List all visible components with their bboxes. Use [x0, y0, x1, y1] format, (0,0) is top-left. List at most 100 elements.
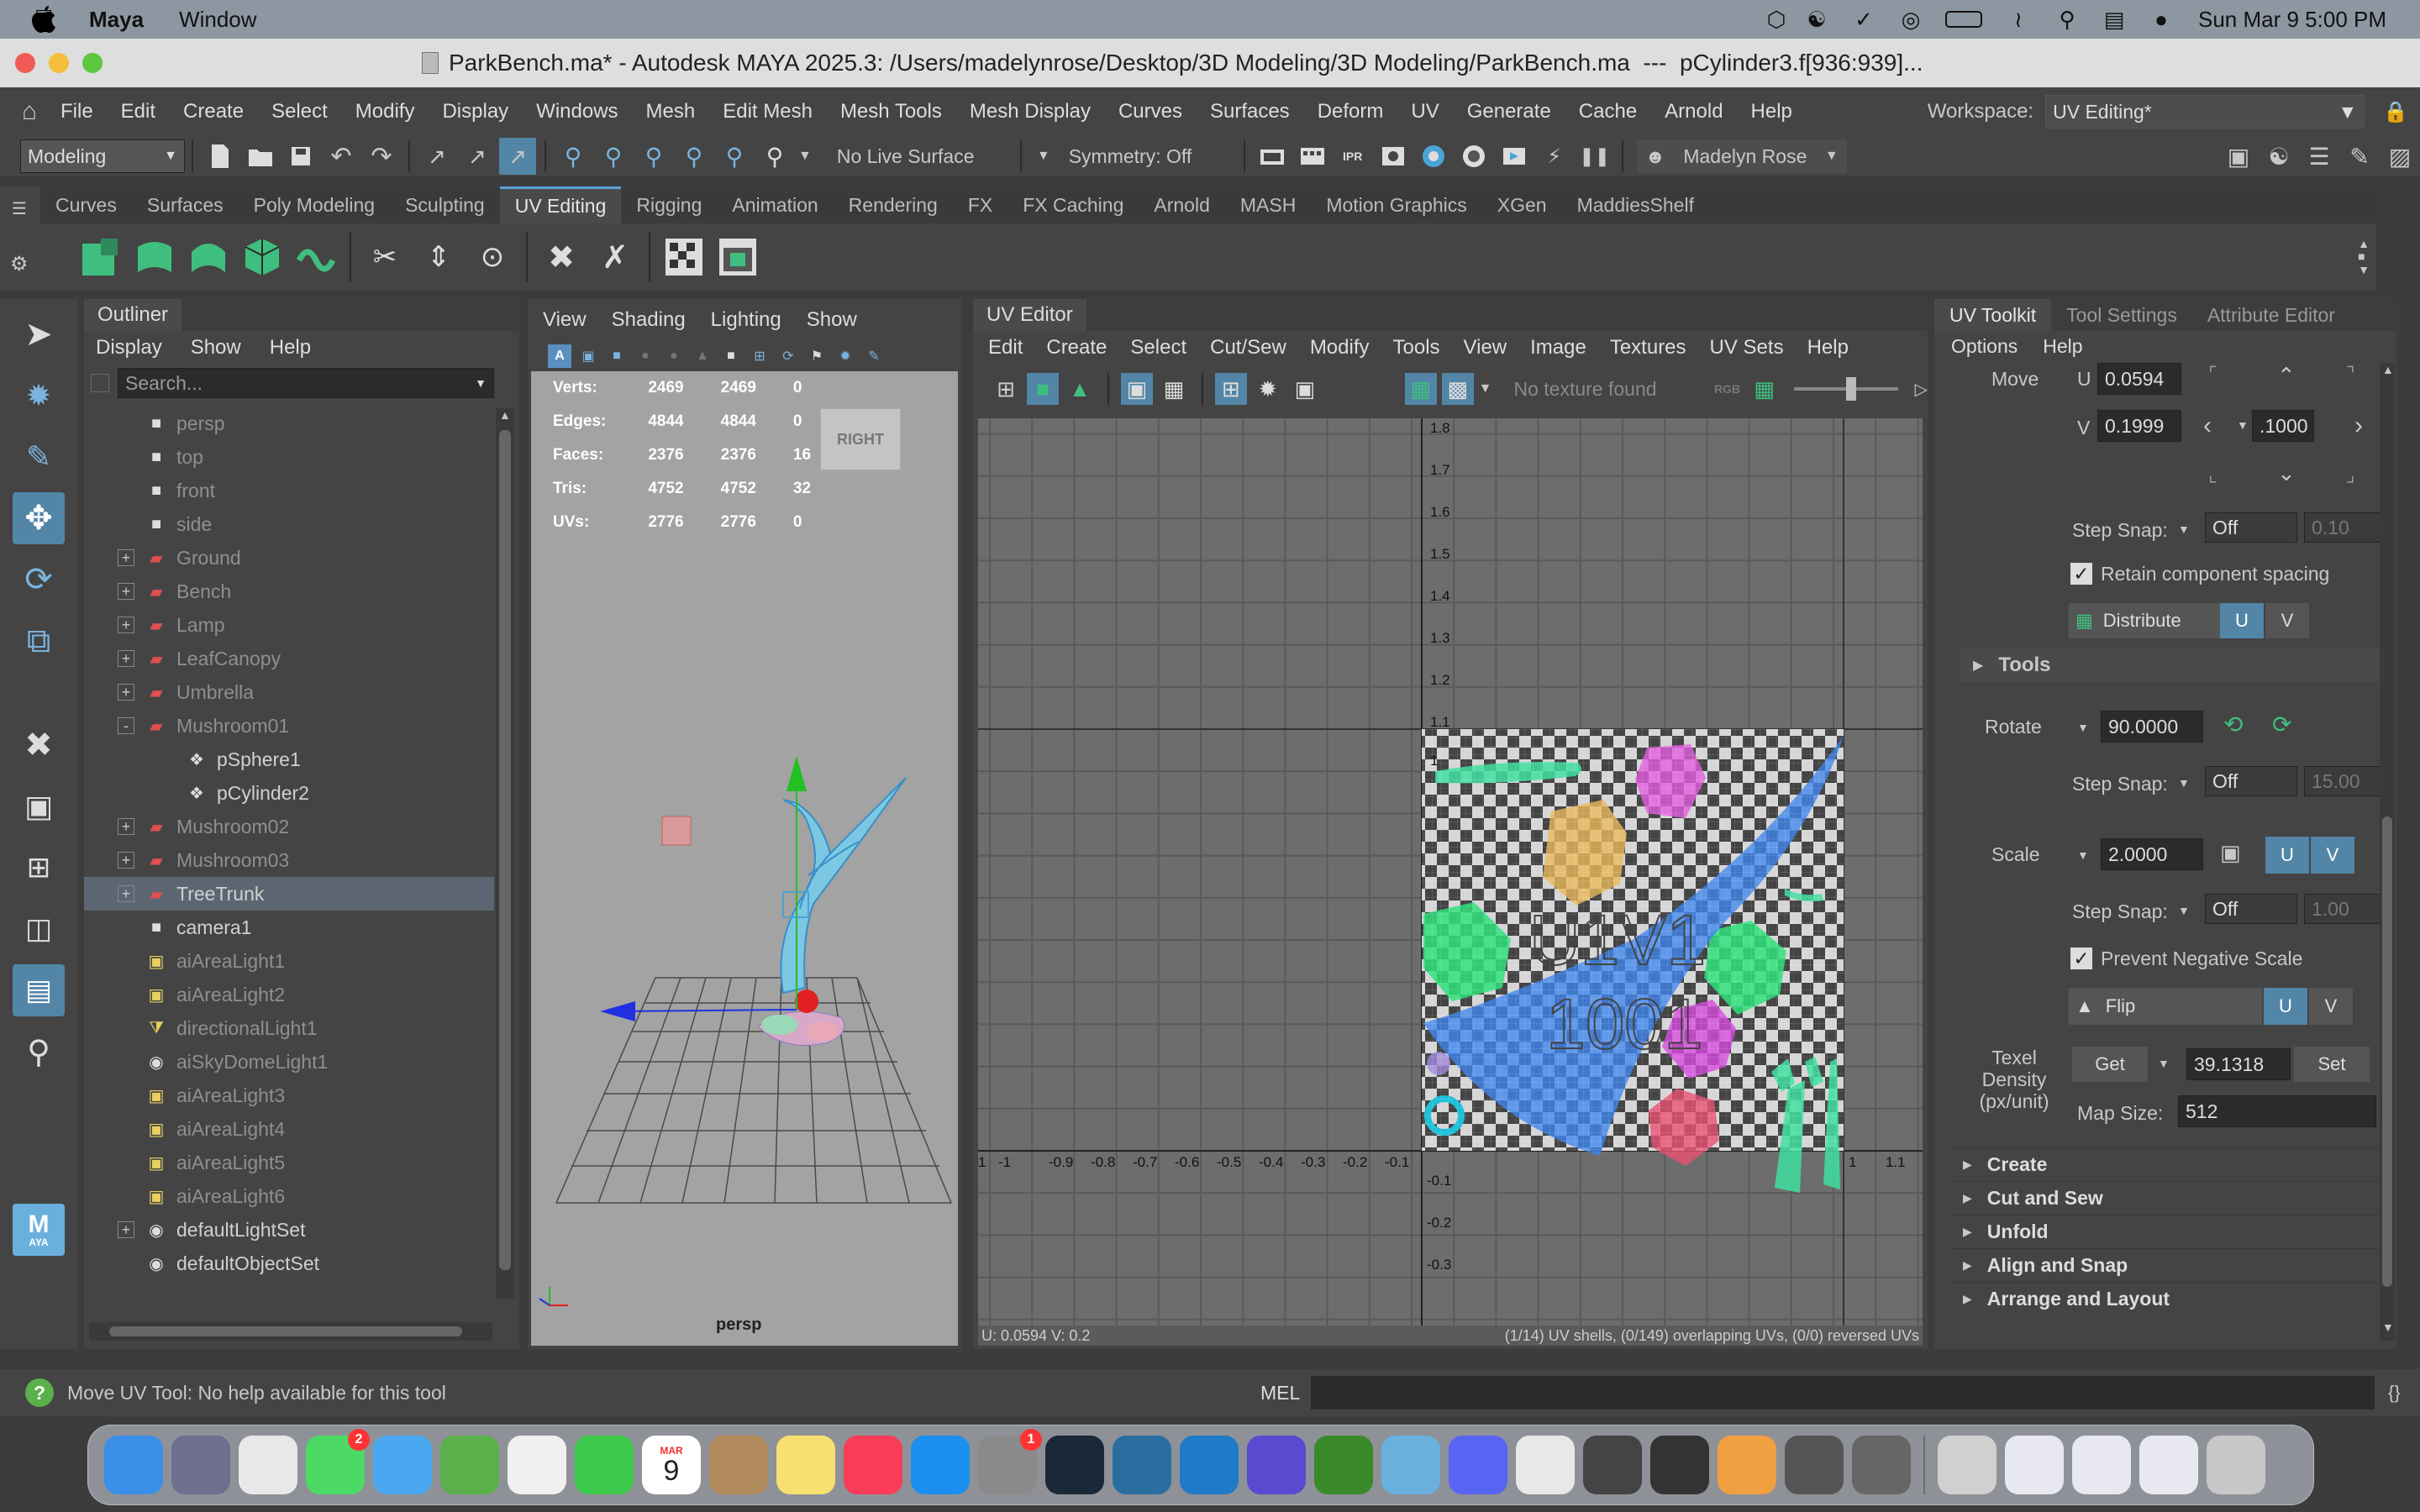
snap-curve-icon[interactable]: ⚲ [595, 138, 632, 175]
snap-surface-icon[interactable]: ⚲ [716, 138, 753, 175]
paint-select-tool-icon[interactable]: ✎ [13, 431, 65, 483]
move-left-icon[interactable]: ‹ [2203, 412, 2212, 440]
attribute-editor-icon[interactable]: ☰ [2301, 138, 2338, 175]
scroll-up-icon[interactable]: ▲ [2382, 363, 2394, 376]
uv-menu-cut-sew[interactable]: Cut/Sew [1210, 336, 1286, 360]
lock-icon[interactable]: 🔒 [2383, 100, 2408, 124]
new-scene-icon[interactable] [202, 138, 239, 175]
map-size-field[interactable]: 512 [2178, 1095, 2376, 1127]
cylindrical-mapping-icon[interactable] [129, 232, 180, 282]
smooth-shade-icon[interactable]: ■ [605, 344, 629, 368]
shelf-tab-fx[interactable]: FX [953, 186, 1007, 223]
outliner-item[interactable]: ▣ aiAreaLight5 [84, 1146, 494, 1179]
uv-editor-tab[interactable]: UV Editor [973, 299, 1086, 331]
uv-distortion-icon[interactable]: ▲ [1064, 373, 1096, 405]
outliner-item[interactable]: ■ top [84, 440, 494, 474]
scale-field[interactable]: 2.0000 [2101, 838, 2203, 870]
snap-point-icon[interactable]: ⚲ [635, 138, 672, 175]
dock-unity-2-icon[interactable] [1785, 1436, 1844, 1494]
uv-menu-modify[interactable]: Modify [1310, 336, 1370, 360]
expand-toggle-icon[interactable]: + [118, 1221, 134, 1238]
sew-uvs-icon[interactable]: ⇕ [413, 232, 464, 282]
toolkit-tab-uv-toolkit[interactable]: UV Toolkit [1934, 299, 2052, 331]
render-view-icon[interactable] [1254, 138, 1291, 175]
shelf-tab-sculpting[interactable]: Sculpting [390, 186, 500, 223]
minimize-window-button[interactable] [49, 53, 69, 73]
menu-mesh-display[interactable]: Mesh Display [970, 100, 1091, 123]
scale-step-snap-value[interactable]: 1.00 [2304, 894, 2383, 924]
uv-menu-edit[interactable]: Edit [988, 336, 1023, 360]
dock-discord-icon[interactable] [1449, 1436, 1507, 1494]
dock-pages-icon[interactable] [1718, 1436, 1776, 1494]
menu-deform[interactable]: Deform [1318, 100, 1384, 123]
single-perspective-layout-icon[interactable]: ▣ [13, 780, 65, 832]
scroll-down-icon[interactable]: ▼ [2382, 1320, 2394, 1334]
uv-menu-uv-sets[interactable]: UV Sets [1710, 336, 1784, 360]
xray-icon[interactable]: ✎ [862, 344, 886, 368]
toolkit-menu-help[interactable]: Help [2043, 335, 2082, 358]
scale-tool-icon[interactable]: ⧉ [13, 615, 65, 667]
image-ratio-icon[interactable]: ▦ [1749, 376, 1781, 402]
dock-contacts-icon[interactable] [709, 1436, 768, 1494]
wireframe-icon[interactable]: ▣ [576, 344, 600, 368]
expand-toggle-icon[interactable]: + [118, 885, 134, 902]
checker-display-icon[interactable]: ▩ [1441, 373, 1474, 405]
scale-step-snap-mode[interactable]: Off [2205, 894, 2297, 924]
outliner-item[interactable]: ▣ aiAreaLight6 [84, 1179, 494, 1213]
shelf-tab-rigging[interactable]: Rigging [621, 186, 717, 223]
checkmark-status-icon[interactable]: ✓ [1840, 7, 1887, 33]
move-right-icon[interactable]: › [2354, 412, 2363, 440]
rotate-step-snap-value[interactable]: 15.00 [2304, 766, 2383, 796]
outliner-menu-show[interactable]: Show [191, 336, 241, 360]
expand-toggle-icon[interactable]: + [118, 583, 134, 600]
menu-curves[interactable]: Curves [1118, 100, 1182, 123]
outliner-item[interactable]: ■ front [84, 474, 494, 507]
distribute-u-button[interactable]: U [2220, 603, 2264, 638]
outliner-item[interactable]: ◉ aiSkyDomeLight1 [84, 1045, 494, 1079]
rgb-channels-icon[interactable]: RGB [1712, 382, 1744, 396]
menu-select[interactable]: Select [271, 100, 328, 123]
uv-menu-textures[interactable]: Textures [1610, 336, 1686, 360]
expand-toggle-icon[interactable]: - [118, 717, 134, 734]
outliner-item[interactable]: ■ camera1 [84, 911, 494, 944]
control-center-icon[interactable]: ▤ [2091, 7, 2138, 33]
outliner-item[interactable]: + ▰ Mushroom02 [84, 810, 494, 843]
dock-unity-3-icon[interactable] [1852, 1436, 1911, 1494]
section-align-and-snap[interactable]: ▶ Align and Snap [1951, 1248, 2388, 1282]
menu-set-dropdown[interactable]: Modeling ▼ [20, 139, 185, 173]
move-tool-icon[interactable]: ✥ [13, 492, 65, 544]
uv-menu-view[interactable]: View [1464, 336, 1507, 360]
rotate-field[interactable]: 90.0000 [2101, 711, 2203, 743]
dock-steam-icon[interactable] [1045, 1436, 1104, 1494]
uv-menu-image[interactable]: Image [1530, 336, 1586, 360]
menu-mesh-tools[interactable]: Mesh Tools [840, 100, 942, 123]
scale-v-button[interactable]: V [2311, 837, 2354, 874]
chevron-down-icon[interactable]: ▼ [2178, 522, 2190, 536]
pause-icon[interactable]: ❚❚ [1576, 138, 1613, 175]
apple-logo-icon[interactable] [32, 6, 55, 33]
close-window-button[interactable] [15, 53, 35, 73]
outliner-item[interactable]: + ▰ Bench [84, 575, 494, 608]
layout-icon[interactable]: ✖ [536, 232, 587, 282]
select-tool-icon[interactable]: ➤ [13, 308, 65, 360]
hscroll-thumb[interactable] [109, 1326, 462, 1336]
dock-unity-icon[interactable] [1583, 1436, 1642, 1494]
clock[interactable]: Sun Mar 9 5:00 PM [2198, 7, 2386, 33]
viewport-canvas[interactable]: Verts: 2469 2469 0 Edges: 4844 4844 0 Faces: 2376… [531, 371, 958, 1346]
filter-icon[interactable] [91, 374, 109, 392]
dock-downloads-icon[interactable] [2072, 1436, 2131, 1494]
user-account-button[interactable]: ☻ Madelyn Rose ▼ [1636, 139, 1847, 173]
section-unfold[interactable]: ▶ Unfold [1951, 1215, 2388, 1248]
slider-handle[interactable] [1845, 377, 1856, 401]
flip-button[interactable]: ▲ Flip [2069, 988, 2262, 1025]
uv-menu-create[interactable]: Create [1046, 336, 1107, 360]
select-object-icon[interactable]: ↗ [459, 138, 496, 175]
outliner-item[interactable]: + ▰ TreeTrunk [84, 877, 494, 911]
save-scene-icon[interactable] [282, 138, 319, 175]
expand-toggle-icon[interactable]: + [118, 684, 134, 701]
script-language[interactable]: MEL [1260, 1382, 1311, 1404]
prevent-negative-scale-checkbox[interactable]: ✓ [2070, 948, 2092, 969]
snap-view-icon[interactable]: ⚲ [676, 138, 713, 175]
section-arrange-and-layout[interactable]: ▶ Arrange and Layout [1951, 1282, 2388, 1315]
menu-modify[interactable]: Modify [355, 100, 415, 123]
